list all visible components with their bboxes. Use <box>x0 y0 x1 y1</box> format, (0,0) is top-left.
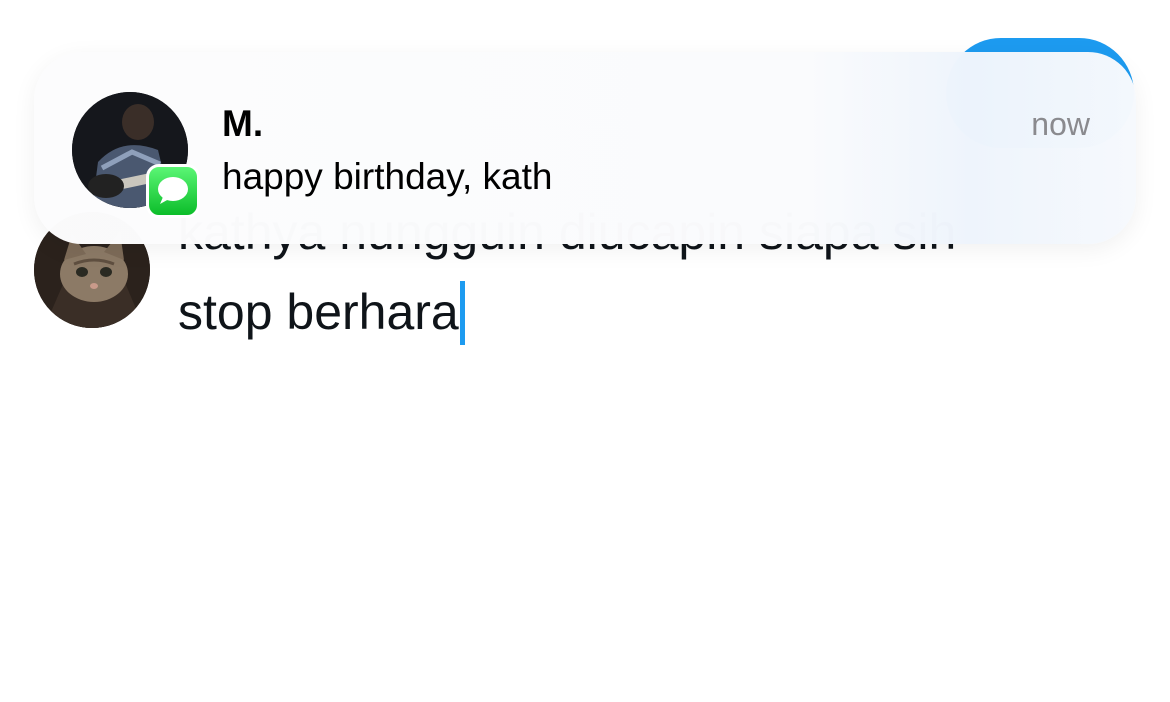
text-cursor <box>459 281 465 345</box>
notification-time: now <box>1031 106 1090 142</box>
tweet-text-line-2: stop berhara <box>178 284 459 340</box>
notification-message: happy birthday, kath <box>222 156 553 197</box>
notification-sender: M. <box>222 103 264 144</box>
messages-icon <box>146 164 200 218</box>
message-notification-banner[interactable]: M. happy birthday, kath now <box>34 52 1136 244</box>
